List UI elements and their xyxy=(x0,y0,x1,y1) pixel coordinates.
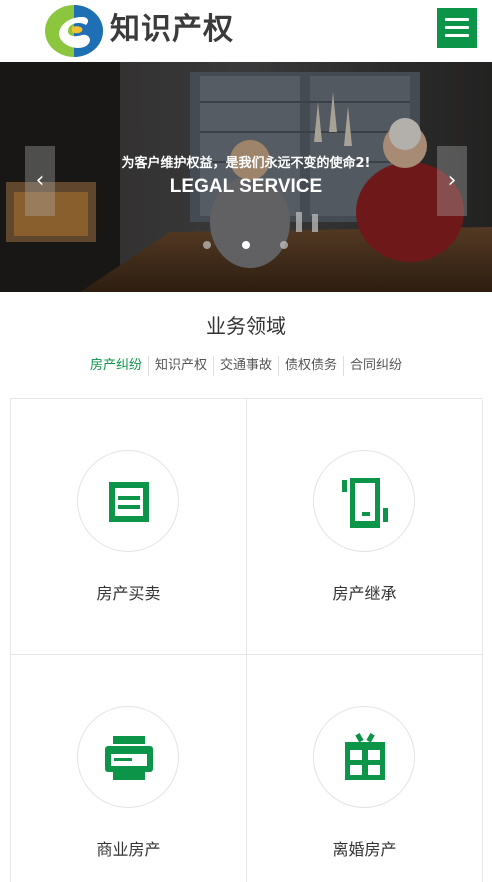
service-card[interactable]: 房产买卖 xyxy=(11,399,247,655)
carousel-dot[interactable] xyxy=(203,241,211,249)
service-label: 离婚房产 xyxy=(332,840,397,859)
carousel-dot-active[interactable] xyxy=(242,241,250,249)
printer-icon xyxy=(77,706,179,808)
carousel-dot[interactable] xyxy=(280,241,288,249)
tab-zhaiquan-zhaiwu[interactable]: 债权债务 xyxy=(278,356,343,376)
brand-name[interactable]: 知识产权 xyxy=(110,8,234,52)
hero-banner[interactable]: 为客户维护权益，是我们永远不变的使命2! LEGAL SERVICE ‹ › xyxy=(0,62,492,292)
service-card[interactable]: 离婚房产 xyxy=(247,655,483,882)
logo-swirl-icon[interactable] xyxy=(42,3,106,59)
carousel-indicators xyxy=(0,241,492,251)
service-label: 房产继承 xyxy=(332,584,397,603)
chevron-right-icon[interactable]: › xyxy=(437,146,467,216)
category-tabs: 房产纠纷 知识产权 交通事故 债权债务 合同纠纷 xyxy=(0,356,492,376)
banner-subtitle: 为客户维护权益，是我们永远不变的使命2! xyxy=(121,156,371,171)
service-label: 商业房产 xyxy=(96,840,161,859)
tab-zhishi-chanquan[interactable]: 知识产权 xyxy=(147,356,213,376)
section-title: 业务领域 xyxy=(206,314,286,338)
document-box-icon xyxy=(77,450,179,552)
service-card[interactable]: 商业房产 xyxy=(11,655,247,882)
service-card[interactable]: 房产继承 xyxy=(247,399,483,655)
chevron-left-icon[interactable]: ‹ xyxy=(25,146,55,216)
phone-device-icon xyxy=(313,450,415,552)
service-label: 房产买卖 xyxy=(96,584,161,603)
tab-jiaotong-shigu[interactable]: 交通事故 xyxy=(212,356,278,376)
site-header: 知识产权 xyxy=(0,0,492,62)
hamburger-menu-icon[interactable] xyxy=(437,8,477,48)
service-grid: 房产买卖 房产继承 商业房产 离婚房产 xyxy=(10,398,483,882)
banner-title: LEGAL SERVICE xyxy=(169,176,323,197)
tab-fangchan-jiufen[interactable]: 房产纠纷 xyxy=(84,356,148,376)
tab-hetong-jiufen[interactable]: 合同纠纷 xyxy=(343,356,408,376)
gift-box-icon xyxy=(313,706,415,808)
